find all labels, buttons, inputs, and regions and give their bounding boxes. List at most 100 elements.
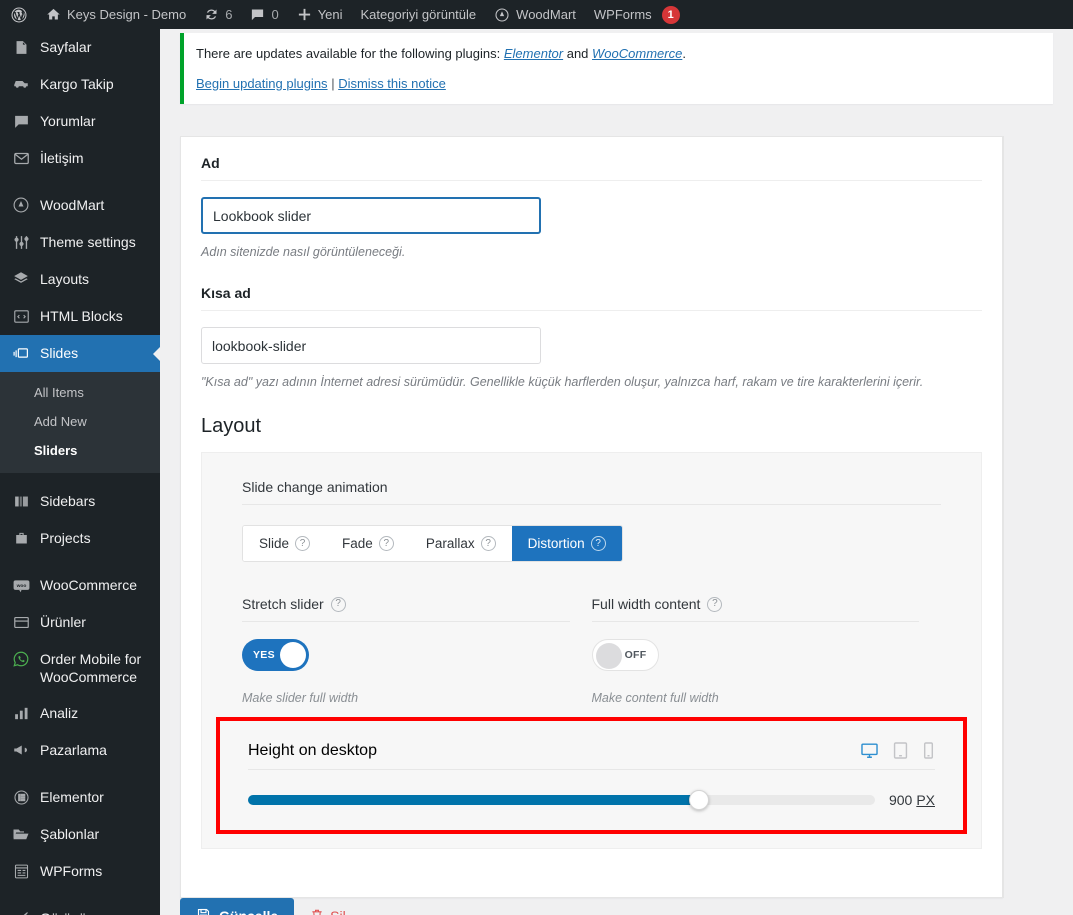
sidebar-item-iletisim[interactable]: İletişim [0, 140, 160, 177]
sidebar-item-elementor[interactable]: Elementor [0, 779, 160, 816]
update-button[interactable]: Güncelle [180, 898, 295, 915]
sidebar-separator [0, 177, 160, 187]
notice-link-elementor[interactable]: Elementor [504, 46, 563, 61]
sidebar-separator [0, 473, 160, 483]
woodmart-icon [494, 7, 510, 23]
height-slider-row: 900 PX [248, 790, 935, 810]
sidebar-subitem-all-items[interactable]: All Items [0, 378, 160, 407]
height-on-desktop-hint-clipped [242, 840, 941, 848]
stretch-slider-state: YES [253, 649, 275, 661]
help-icon[interactable]: ? [378, 536, 394, 551]
sidebar-label: Pazarlama [40, 742, 107, 758]
sidebar-label: Şablonlar [40, 826, 100, 842]
new-content-label: Yeni [317, 7, 343, 22]
help-icon[interactable]: ? [707, 596, 723, 612]
sidebar-label: WPForms [40, 863, 103, 879]
animation-option-label: Slide [259, 536, 290, 551]
height-slider-handle[interactable] [689, 790, 710, 810]
sliders-icon [11, 232, 31, 252]
height-slider-unit[interactable]: PX [916, 792, 935, 808]
dismiss-notice-link[interactable]: Dismiss this notice [338, 76, 446, 91]
sidebar-item-sablonlar[interactable]: Şablonlar [0, 816, 160, 853]
slug-input[interactable] [201, 327, 541, 364]
comments-button[interactable]: 0 [241, 0, 287, 29]
notice-link-woocommerce[interactable]: WooCommerce [592, 46, 682, 61]
sidebar-item-order-mobile-for-woocommerce[interactable]: Order Mobile for WooCommerce [0, 641, 160, 695]
bar-chart-icon [11, 703, 31, 723]
help-icon[interactable]: ? [295, 536, 311, 551]
sidebar-label: Yorumlar [40, 113, 96, 129]
help-icon[interactable]: ? [330, 596, 346, 612]
desktop-icon[interactable] [860, 741, 879, 760]
wpforms-menu-button[interactable]: WPForms 1 [585, 0, 689, 29]
layout-section-title: Layout [201, 415, 262, 437]
name-field-block: Ad Adın sitenizde nasıl görüntüleneceği. [201, 155, 982, 259]
code-icon [11, 306, 31, 326]
stretch-slider-toggle-row: YES [242, 639, 570, 676]
name-input[interactable] [201, 197, 541, 234]
update-button-label: Güncelle [219, 908, 278, 915]
sidebar-item-woodmart[interactable]: WoodMart [0, 187, 160, 224]
begin-updating-plugins-link[interactable]: Begin updating plugins [196, 76, 328, 91]
sidebar-item-yorumlar[interactable]: Yorumlar [0, 103, 160, 140]
sidebar-item-theme-settings[interactable]: Theme settings [0, 224, 160, 261]
full-width-content-state: OFF [624, 649, 647, 661]
name-field-hint: Adın sitenizde nasıl görüntüleneceği. [201, 245, 406, 259]
sidebar-subitem-add-new[interactable]: Add New [0, 407, 160, 436]
delete-button-label: Sil [330, 908, 346, 915]
animation-label-text: Slide change animation [242, 479, 388, 495]
animation-option-fade[interactable]: Fade ? [326, 526, 410, 561]
sidebar-item-slides[interactable]: Slides [0, 335, 160, 372]
view-category-button[interactable]: Kategoriyi görüntüle [352, 0, 486, 29]
new-content-button[interactable]: Yeni [288, 0, 352, 29]
sidebar-item-html-blocks[interactable]: HTML Blocks [0, 298, 160, 335]
sidebar-label: Sidebars [40, 493, 96, 509]
device-switcher[interactable] [860, 741, 935, 760]
animation-option-distortion[interactable]: Distortion ? [511, 526, 622, 561]
stretch-slider-label: Stretch slider ? [242, 596, 570, 622]
appearance-icon [11, 908, 31, 915]
sidebar-item-woocommerce[interactable]: woo WooCommerce [0, 567, 160, 604]
woodmart-menu-button[interactable]: WoodMart [485, 0, 585, 29]
admin-sidebar: Sayfalar Kargo Takip Yorumlar İletişim W… [0, 29, 160, 915]
wordpress-logo-button[interactable] [0, 0, 37, 29]
sidebar-label: Layouts [40, 271, 90, 287]
sidebar-item-layouts[interactable]: Layouts [0, 261, 160, 298]
notice-action-separator: | [331, 75, 335, 91]
stretch-slider-toggle[interactable]: YES [242, 639, 309, 671]
updates-button[interactable]: 6 [195, 0, 241, 29]
woodmart-label: WoodMart [516, 7, 576, 22]
animation-option-parallax[interactable]: Parallax ? [409, 526, 512, 561]
height-slider-track[interactable] [248, 790, 875, 810]
help-icon[interactable]: ? [590, 536, 606, 551]
site-name-button[interactable]: Keys Design - Demo [37, 0, 195, 29]
sidebar-item-gorunum[interactable]: Görünüm [0, 900, 160, 915]
sidebar-item-sidebars[interactable]: Sidebars [0, 483, 160, 520]
animation-option-slide[interactable]: Slide ? [243, 526, 327, 561]
full-width-content-toggle[interactable]: OFF [591, 639, 659, 671]
animation-option-label: Distortion [527, 536, 585, 551]
delete-button[interactable]: Sil [310, 908, 346, 915]
sidebar-subitem-sliders[interactable]: Sliders [0, 436, 160, 465]
help-icon[interactable]: ? [480, 536, 496, 551]
sidebar-item-pazarlama[interactable]: Pazarlama [0, 732, 160, 769]
form-icon [11, 861, 31, 881]
sidebar-item-wpforms[interactable]: WPForms [0, 853, 160, 890]
woodmart-icon [11, 195, 31, 215]
admin-bar: Keys Design - Demo 6 0 Yeni Kategoriyi g… [0, 0, 1073, 29]
sidebar-item-analiz[interactable]: Analiz [0, 695, 160, 732]
sidebar-label: Sayfalar [40, 39, 92, 55]
panel-inner: Ad Adın sitenizde nasıl görüntüleneceği.… [181, 137, 1002, 859]
woo-icon: woo [11, 575, 31, 595]
mobile-icon[interactable] [922, 741, 935, 760]
sidebar-item-projects[interactable]: Projects [0, 520, 160, 557]
sidebar-item-sayfalar[interactable]: Sayfalar [0, 29, 160, 66]
slide-change-animation-group[interactable]: Slide ? Fade ? Parallax ? Distortion ? [242, 525, 623, 562]
sidebar-item-kargo-takip[interactable]: Kargo Takip [0, 66, 160, 103]
sidebar-label: WoodMart [40, 197, 105, 213]
sidebar-item-urunler[interactable]: Ürünler [0, 604, 160, 641]
layout-settings-box: Slide change animation Slide ? Fade ? Pa… [201, 452, 982, 849]
tablet-icon[interactable] [892, 741, 909, 760]
updates-count: 6 [225, 7, 233, 22]
sidebar-label: Slides [40, 345, 79, 361]
